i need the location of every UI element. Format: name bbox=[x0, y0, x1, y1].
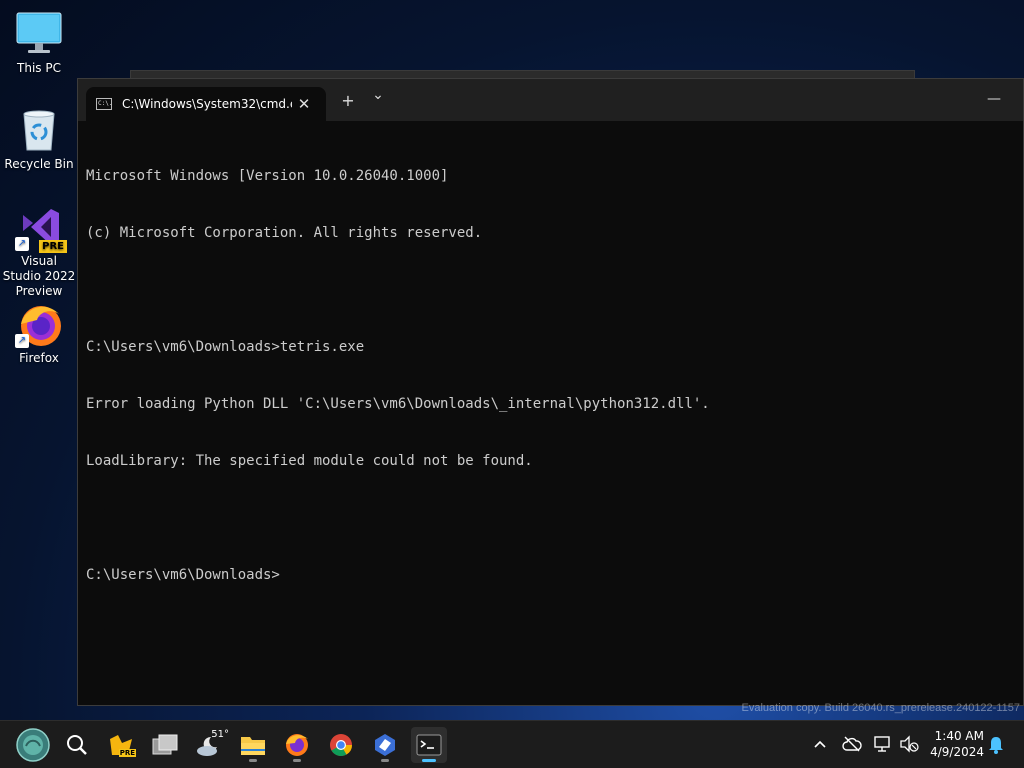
pre-badge: PRE bbox=[118, 749, 136, 757]
console-line: (c) Microsoft Corporation. All rights re… bbox=[86, 225, 483, 241]
terminal-tab[interactable]: C:\. C:\Windows\System32\cmd.e ✕ bbox=[86, 87, 326, 121]
start-icon bbox=[16, 728, 50, 762]
volume-muted-icon bbox=[900, 735, 919, 753]
new-tab-button[interactable]: + bbox=[335, 91, 361, 110]
firefox-icon bbox=[286, 734, 308, 756]
task-view-button[interactable] bbox=[147, 727, 183, 763]
clock-date: 4/9/2024 bbox=[930, 745, 984, 759]
cloud-offline-icon bbox=[842, 736, 862, 752]
network-button[interactable] bbox=[873, 735, 893, 756]
bell-icon bbox=[989, 737, 1003, 754]
pre-badge: PRE bbox=[39, 240, 67, 253]
running-indicator bbox=[381, 759, 389, 762]
running-indicator bbox=[249, 759, 257, 762]
evaluation-watermark: Evaluation copy. Build 26040.rs_prerelea… bbox=[741, 702, 1020, 714]
chrome-icon bbox=[330, 734, 352, 756]
minimize-button[interactable]: — bbox=[987, 91, 1001, 107]
console-line: Error loading Python DLL 'C:\Users\vm6\D… bbox=[86, 396, 710, 412]
firefox-icon: ↗ bbox=[15, 300, 63, 348]
running-indicator bbox=[293, 759, 301, 762]
search-button[interactable] bbox=[59, 727, 95, 763]
start-button[interactable] bbox=[15, 727, 51, 763]
active-indicator bbox=[422, 759, 436, 762]
terminal-titlebar[interactable]: C:\. C:\Windows\System32\cmd.e ✕ + ⌄ — bbox=[78, 79, 1023, 121]
copilot-icon bbox=[375, 734, 395, 756]
console-prompt: C:\Users\vm6\Downloads> bbox=[86, 567, 280, 583]
clock[interactable]: 1:40 AM 4/9/2024 bbox=[928, 728, 984, 760]
desktop-icon-label: This PC bbox=[17, 61, 61, 75]
desktop-icon-label: Visual Studio 2022 Preview bbox=[2, 254, 76, 298]
desktop-icon-visual-studio[interactable]: PRE ↗ Visual Studio 2022 Preview bbox=[2, 203, 76, 299]
desktop-icon-firefox[interactable]: ↗ Firefox bbox=[2, 300, 76, 366]
desktop-icon-label: Firefox bbox=[19, 351, 59, 365]
taskbar-copilot[interactable] bbox=[367, 727, 403, 763]
desktop-icon-this-pc[interactable]: This PC bbox=[2, 10, 76, 76]
clock-time: 1:40 AM bbox=[934, 729, 984, 743]
taskbar-chrome[interactable] bbox=[323, 727, 359, 763]
taskbar: PRE 51° 1:40 AM 4/9/2024 bbox=[0, 720, 1024, 768]
taskbar-file-explorer[interactable] bbox=[235, 727, 271, 763]
task-view-icon bbox=[152, 734, 178, 755]
taskbar-terminal[interactable] bbox=[411, 727, 447, 763]
console-output[interactable]: Microsoft Windows [Version 10.0.26040.10… bbox=[78, 121, 1023, 631]
terminal-window[interactable]: C:\. C:\Windows\System32\cmd.e ✕ + ⌄ — M… bbox=[77, 78, 1024, 706]
terminal-icon bbox=[416, 734, 442, 756]
desktop-icon-label: Recycle Bin bbox=[4, 157, 74, 171]
taskbar-app-pre[interactable]: PRE bbox=[103, 727, 139, 763]
volume-button[interactable] bbox=[899, 735, 919, 756]
desktop-icon-recycle-bin[interactable]: Recycle Bin bbox=[2, 106, 76, 172]
show-hidden-icons-button[interactable] bbox=[810, 734, 830, 758]
monitor-icon bbox=[15, 10, 63, 58]
file-explorer-icon bbox=[241, 737, 265, 755]
weather-temp: 51° bbox=[211, 729, 229, 740]
console-line: C:\Users\vm6\Downloads>tetris.exe bbox=[86, 339, 365, 355]
close-tab-icon[interactable]: ✕ bbox=[292, 95, 316, 113]
shortcut-arrow-icon: ↗ bbox=[15, 334, 29, 348]
chevron-up-icon bbox=[814, 740, 826, 748]
recycle-bin-icon bbox=[15, 106, 63, 154]
chevron-down-icon[interactable]: ⌄ bbox=[365, 87, 391, 103]
console-line: Microsoft Windows [Version 10.0.26040.10… bbox=[86, 168, 449, 184]
visual-studio-icon: PRE ↗ bbox=[15, 203, 67, 253]
tab-title: C:\Windows\System32\cmd.e bbox=[122, 97, 292, 111]
shortcut-arrow-icon: ↗ bbox=[15, 237, 29, 251]
cmd-icon: C:\. bbox=[96, 98, 112, 110]
onedrive-button[interactable] bbox=[842, 735, 862, 756]
weather-widget[interactable]: 51° bbox=[191, 727, 229, 763]
taskbar-firefox[interactable] bbox=[279, 727, 315, 763]
console-line: LoadLibrary: The specified module could … bbox=[86, 453, 533, 469]
network-icon bbox=[874, 736, 890, 752]
search-icon bbox=[67, 735, 87, 755]
notifications-button[interactable] bbox=[987, 735, 1005, 758]
